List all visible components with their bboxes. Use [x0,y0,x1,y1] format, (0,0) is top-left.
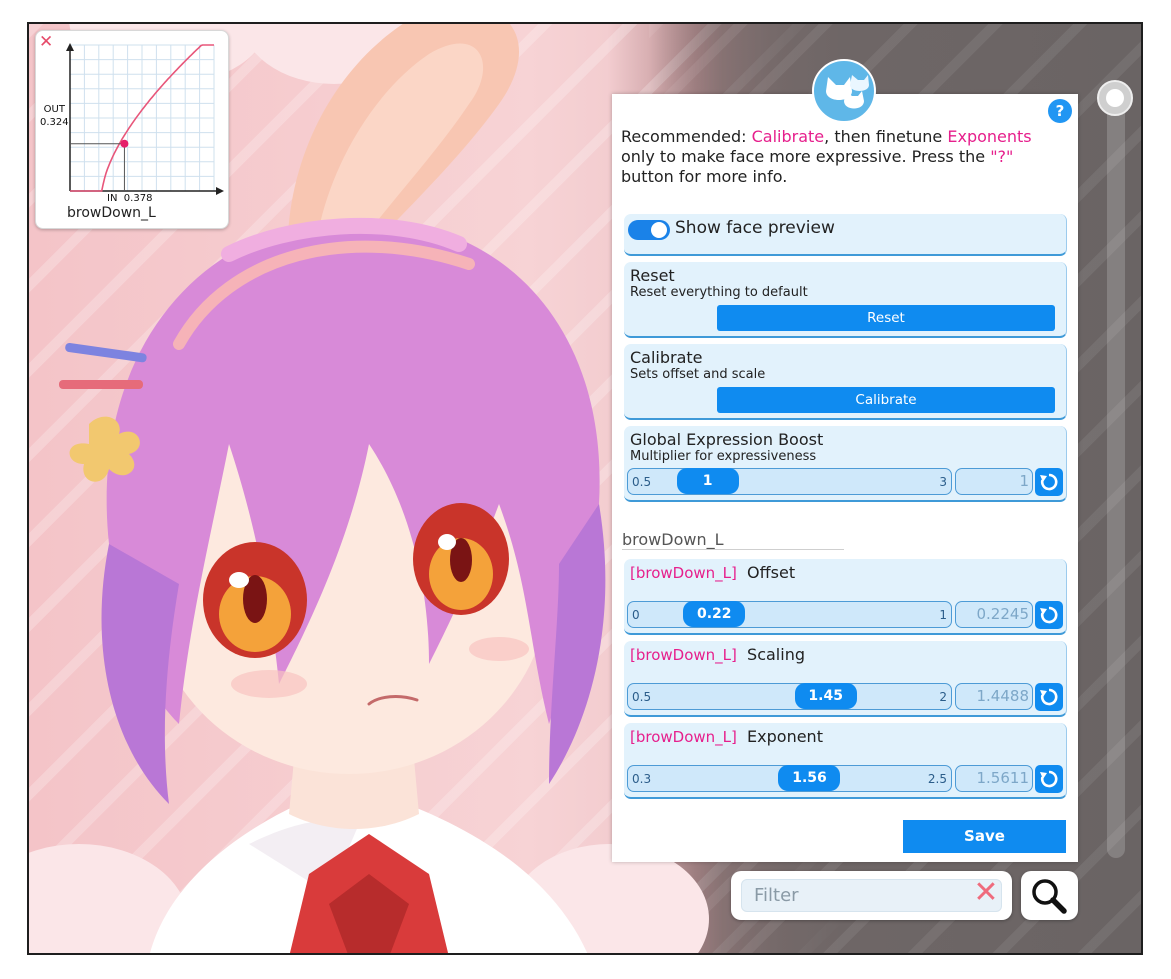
cats-logo-icon [812,59,876,123]
calibrate-title: Calibrate [630,348,703,367]
calibrate-button[interactable]: Calibrate [717,387,1055,413]
curve-in-label: IN 0.378 [107,193,153,204]
slider-max-label: 2 [939,690,947,704]
exponent-card: [browDown_L] Exponent 0.3 2.5 1.56 1.561… [624,723,1067,799]
filter-bar: ✕ [731,871,1012,920]
scaling-card: [browDown_L] Scaling 0.5 2 1.45 1.4488 [624,641,1067,717]
blendshape-tag: [browDown_L] [630,646,737,664]
slider-min-label: 0.5 [632,475,652,489]
intro-text: Recommended: Calibrate, then finetune Ex… [621,127,1032,186]
global-boost-card: Global Expression Boost Multiplier for e… [624,426,1067,502]
exponent-reset-button[interactable] [1035,765,1063,793]
reset-arrow-icon [1040,688,1058,706]
calibrate-card: Calibrate Sets offset and scale Calibrat… [624,344,1067,420]
exponent-slider[interactable]: 0.3 2.5 1.56 [627,765,952,792]
slider-thumb[interactable]: 1 [676,468,739,494]
slider-min-label: 0 [632,608,640,622]
offset-title: [browDown_L] Offset [630,563,796,582]
curve-marker-point [120,139,129,148]
global-boost-reset-button[interactable] [1035,468,1063,496]
scaling-value-field[interactable]: 1.4488 [955,683,1033,710]
reset-button[interactable]: Reset [717,305,1055,331]
help-button[interactable]: ? [1048,99,1072,123]
reset-arrow-icon [1040,770,1058,788]
blendshape-tag: [browDown_L] [630,728,737,746]
slider-max-label: 1 [939,608,947,622]
exponent-title: [browDown_L] Exponent [630,727,823,746]
clear-x-icon[interactable]: ✕ [970,877,1002,909]
show-face-preview-label: Show face preview [675,218,835,238]
save-button[interactable]: Save [903,820,1066,853]
global-boost-slider[interactable]: 0.5 3 1 [627,468,952,495]
show-face-preview-toggle[interactable] [628,220,670,240]
offset-value-field[interactable]: 0.2245 [955,601,1033,628]
slider-min-label: 0.3 [632,772,652,786]
show-face-preview-card: Show face preview [624,214,1067,256]
slider-thumb[interactable]: 0.22 [683,601,746,627]
blendshape-tag: [browDown_L] [630,564,737,582]
search-button[interactable] [1021,871,1078,920]
reset-arrow-icon [1040,473,1058,491]
exponent-value-field[interactable]: 1.5611 [955,765,1033,792]
slider-max-label: 2.5 [927,772,947,786]
x-axis-arrow [216,187,224,195]
filter-input[interactable] [741,879,1002,912]
curve-preview-card: ✕ OUT 0.324 IN 0.378 browDown_L [35,30,229,229]
y-axis-arrow [66,43,74,51]
reset-card: Reset Reset everything to default Reset [624,262,1067,338]
toggle-knob [651,222,667,238]
slider-min-label: 0.5 [632,690,652,704]
reset-arrow-icon [1040,606,1058,624]
global-boost-value-field[interactable]: 1 [955,468,1033,495]
vertical-scrollbar-knob[interactable] [1097,80,1133,116]
global-boost-title: Global Expression Boost [630,430,824,449]
vertical-scrollbar-track[interactable] [1107,96,1125,858]
offset-reset-button[interactable] [1035,601,1063,629]
scaling-reset-button[interactable] [1035,683,1063,711]
reset-title: Reset [630,266,675,285]
slider-max-label: 3 [939,475,947,489]
calibrate-subtitle: Sets offset and scale [630,367,766,382]
scaling-title: [browDown_L] Scaling [630,645,805,664]
section-divider [622,549,844,550]
reset-subtitle: Reset everything to default [630,285,808,300]
section-label-browdown: browDown_L [622,530,724,549]
offset-card: [browDown_L] Offset 0 1 0.22 0.2245 [624,559,1067,635]
slider-thumb[interactable]: 1.45 [794,683,857,709]
offset-slider[interactable]: 0 1 0.22 [627,601,952,628]
magnifier-icon [1032,879,1067,914]
curve-blendshape-name: browDown_L [67,205,156,221]
slider-thumb[interactable]: 1.56 [778,765,841,791]
scaling-slider[interactable]: 0.5 2 1.45 [627,683,952,710]
global-boost-subtitle: Multiplier for expressiveness [630,449,817,464]
